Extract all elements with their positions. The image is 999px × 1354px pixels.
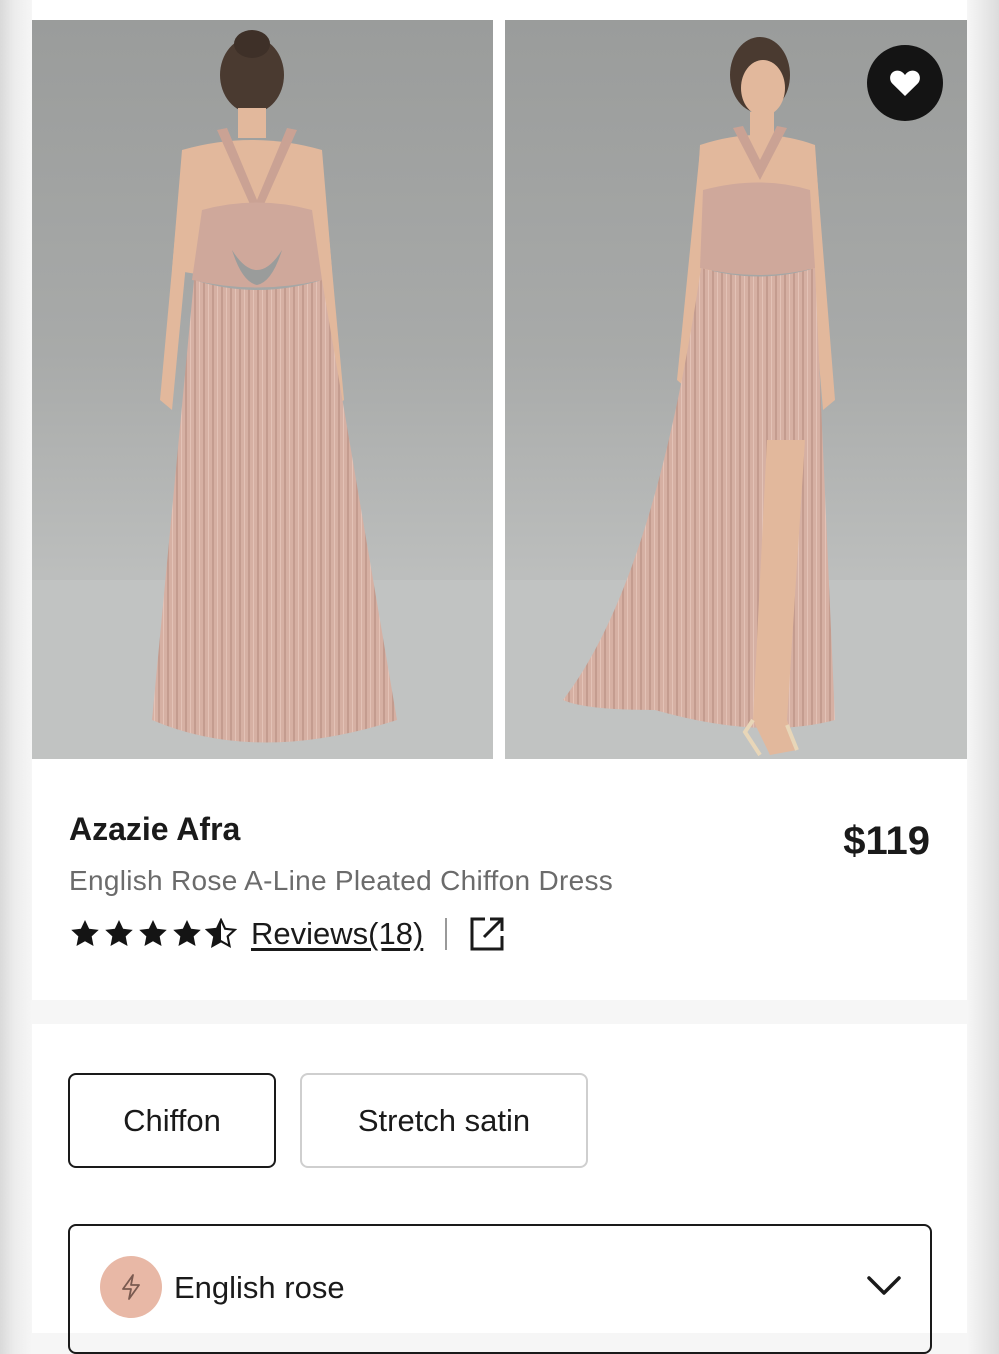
wishlist-button[interactable] bbox=[867, 45, 943, 121]
color-select-label: English rose bbox=[174, 1270, 345, 1305]
share-button[interactable] bbox=[469, 916, 505, 952]
fabric-option-stretch-satin[interactable]: Stretch satin bbox=[300, 1073, 588, 1168]
dress-back-illustration bbox=[32, 30, 493, 759]
rating-row: Reviews(18) bbox=[69, 914, 505, 954]
rating-stars bbox=[69, 918, 237, 950]
star-full-icon bbox=[139, 920, 167, 946]
chevron-down-icon bbox=[867, 1276, 901, 1295]
divider bbox=[445, 918, 448, 950]
reviews-link[interactable]: Reviews(18) bbox=[251, 916, 423, 952]
top-strip bbox=[32, 0, 967, 20]
product-price: $119 bbox=[843, 819, 930, 863]
lightning-icon bbox=[122, 1274, 140, 1300]
star-half-icon bbox=[205, 918, 237, 949]
product-image-back[interactable] bbox=[32, 20, 493, 759]
fabric-option-chiffon[interactable]: Chiffon bbox=[68, 1073, 276, 1168]
product-image-front[interactable] bbox=[505, 20, 967, 759]
product-brand: Azazie Afra bbox=[69, 811, 241, 847]
color-swatch bbox=[100, 1256, 162, 1318]
color-select-dropdown[interactable]: English rose bbox=[68, 1224, 932, 1354]
product-options-card: Chiffon Stretch satin English rose bbox=[32, 1024, 967, 1354]
dress-front-illustration bbox=[505, 37, 967, 759]
external-link-icon bbox=[470, 917, 504, 951]
product-info-card: Azazie Afra $119 English Rose A-Line Ple… bbox=[32, 759, 967, 1000]
heart-icon bbox=[890, 70, 920, 96]
product-name: English Rose A-Line Pleated Chiffon Dres… bbox=[69, 865, 614, 896]
star-full-icon bbox=[71, 920, 99, 946]
star-full-icon bbox=[173, 920, 201, 946]
product-gallery bbox=[32, 20, 967, 759]
star-full-icon bbox=[105, 920, 133, 946]
